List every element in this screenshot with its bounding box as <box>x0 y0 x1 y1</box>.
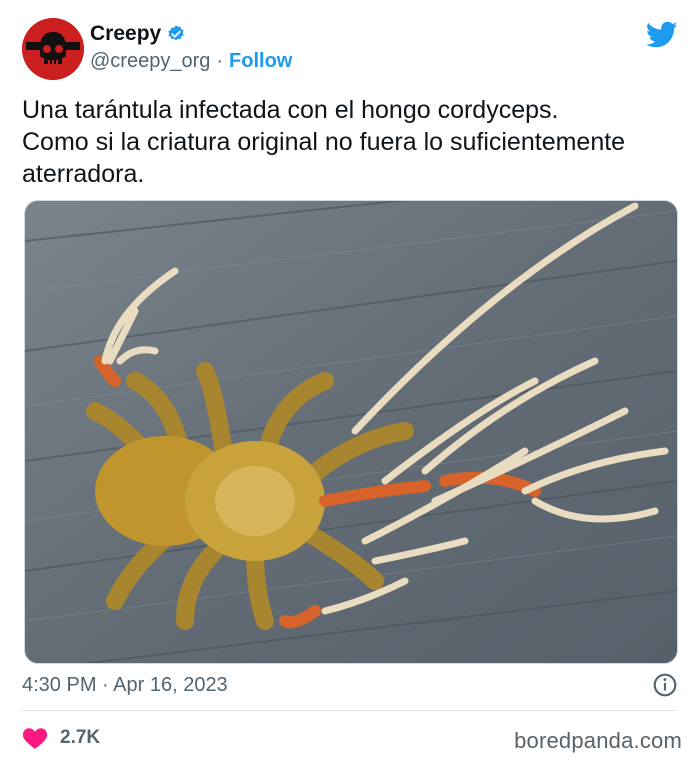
heart-icon[interactable] <box>22 726 48 750</box>
follow-button[interactable]: Follow <box>229 50 292 73</box>
avatar[interactable] <box>22 18 84 80</box>
twitter-bird-icon[interactable] <box>646 21 678 49</box>
handle[interactable]: @creepy_org <box>90 50 210 73</box>
tarantula-cordyceps-photo <box>25 201 677 663</box>
like-count[interactable]: 2.7K <box>60 727 100 749</box>
tweet-text: Una tarántula infectada con el hongo cor… <box>22 96 626 188</box>
tweet-image[interactable] <box>24 200 678 664</box>
display-name[interactable]: Creepy <box>90 22 161 46</box>
handle-row: @creepy_org · Follow <box>90 50 292 73</box>
name-row: Creepy <box>90 22 186 46</box>
tweet-meta: 4:30 PM · Apr 16, 2023 <box>22 672 678 700</box>
tweet-header: Creepy @creepy_org · Follow <box>22 18 678 80</box>
info-icon[interactable] <box>652 672 678 698</box>
verified-badge-icon <box>168 25 184 41</box>
divider <box>22 710 678 711</box>
separator: · <box>216 50 224 72</box>
likes-row: 2.7K <box>22 720 100 756</box>
skull-avatar-icon <box>22 18 84 80</box>
watermark: boredpanda.com <box>514 728 682 753</box>
timestamp[interactable]: 4:30 PM · Apr 16, 2023 <box>22 674 228 697</box>
